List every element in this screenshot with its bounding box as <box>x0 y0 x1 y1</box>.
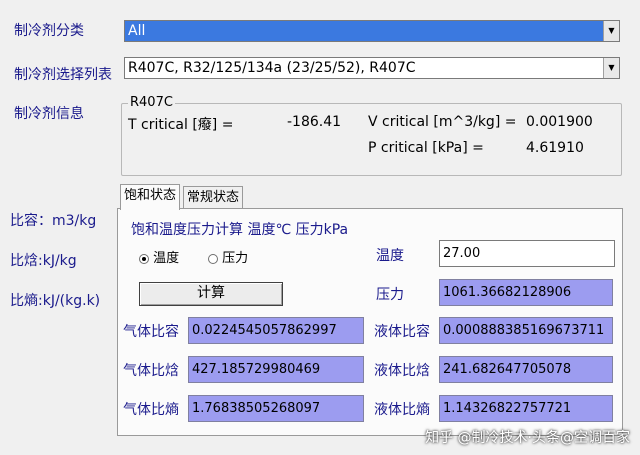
temp-label: 温度 <box>376 248 404 264</box>
specific-volume-label: 比容：m3/kg <box>10 213 97 229</box>
category-combo[interactable]: All ▼ <box>124 20 620 42</box>
tab-saturated-state[interactable]: 饱和状态 <box>120 184 181 210</box>
p-critical-value: 4.61910 <box>526 140 584 156</box>
gas-specific-volume-label: 气体比容 <box>123 324 179 340</box>
v-critical-value: 0.001900 <box>526 114 593 130</box>
category-label: 制冷剂分类 <box>14 23 84 39</box>
select-list-label: 制冷剂选择列表 <box>14 67 112 83</box>
radio-pressure[interactable]: 压力 <box>208 247 248 266</box>
info-group-title: R407C <box>128 95 175 110</box>
gas-specific-volume-field: 0.0224545057862997 <box>188 317 364 344</box>
liquid-enthalpy-field: 241.682647705078 <box>439 356 613 383</box>
radio-unselected-icon[interactable] <box>208 253 218 264</box>
calculate-button[interactable]: 计算 <box>139 282 283 306</box>
refrigerant-list-combo[interactable]: R407C, R32/125/134a (23/25/52), R407C ▼ <box>124 57 620 79</box>
liquid-specific-volume-field: 0.000888385169673711 <box>439 317 613 344</box>
enthalpy-label: 比焓:kJ/kg <box>10 253 77 269</box>
refrigerant-list-value: R407C, R32/125/134a (23/25/52), R407C <box>128 60 416 76</box>
radio-temp[interactable]: 温度 <box>139 247 179 266</box>
liquid-specific-volume-label: 液体比容 <box>374 324 430 340</box>
liquid-entropy-field: 1.14326822757721 <box>439 395 613 422</box>
gas-entropy-field: 1.76838505268097 <box>188 395 364 422</box>
panel-heading: 饱和温度压力计算 温度℃ 压力kPa <box>131 222 349 238</box>
tab-normal-state[interactable]: 常规状态 <box>183 186 244 210</box>
p-critical-label: P critical [kPa] = <box>368 140 484 156</box>
temp-input[interactable]: 27.00 <box>439 240 615 267</box>
pressure-label: 压力 <box>376 287 404 303</box>
gas-enthalpy-field: 427.185729980469 <box>188 356 364 383</box>
info-label: 制冷剂信息 <box>14 106 84 122</box>
liquid-enthalpy-label: 液体比焓 <box>374 363 430 379</box>
t-critical-label: T critical [癈] = <box>128 117 234 133</box>
v-critical-label: V critical [m^3/kg] = <box>368 114 517 130</box>
t-critical-value: -186.41 <box>287 114 342 130</box>
chevron-down-icon[interactable]: ▼ <box>603 58 619 78</box>
category-combo-value: All <box>128 23 146 39</box>
gas-entropy-label: 气体比熵 <box>123 402 179 418</box>
pressure-field: 1061.36682128906 <box>439 279 613 306</box>
gas-enthalpy-label: 气体比焓 <box>123 363 179 379</box>
radio-temp-label: 温度 <box>153 251 180 266</box>
chevron-down-icon[interactable]: ▼ <box>603 21 619 41</box>
watermark: 知乎 @制冷技术·头条@空调百家 <box>425 430 630 446</box>
radio-selected-icon[interactable] <box>139 253 149 264</box>
entropy-label: 比熵:kJ/(kg.k) <box>10 293 101 309</box>
liquid-entropy-label: 液体比熵 <box>374 402 430 418</box>
radio-pressure-label: 压力 <box>222 251 249 266</box>
